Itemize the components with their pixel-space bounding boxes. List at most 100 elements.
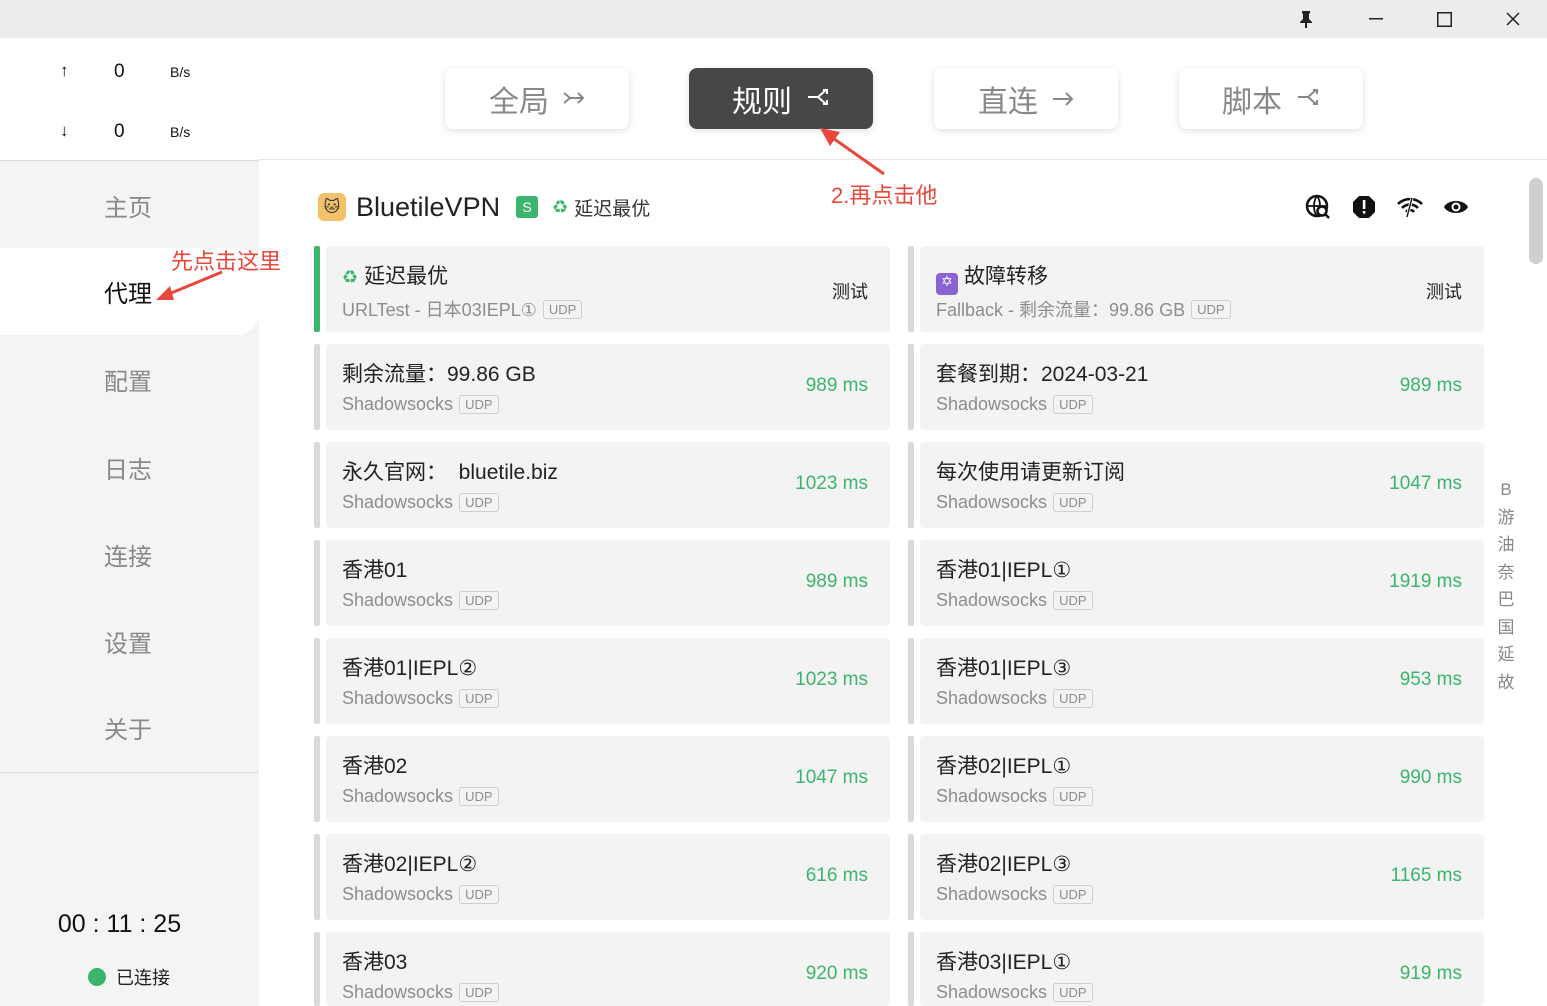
nav-item-about[interactable]: 关于 bbox=[0, 684, 259, 771]
mode-global-button[interactable]: 全局 bbox=[445, 68, 629, 129]
udp-badge: UDP bbox=[459, 395, 499, 414]
eye-icon[interactable] bbox=[1442, 193, 1470, 221]
proxy-card[interactable]: 每次使用请更新订阅 Shadowsocks UDP 1047 ms bbox=[920, 442, 1484, 528]
card-indicator bbox=[314, 442, 320, 528]
download-arrow-icon: ↓ bbox=[60, 121, 69, 140]
proxy-card[interactable]: 香港01|IEPL③ Shadowsocks UDP 953 ms bbox=[920, 638, 1484, 724]
download-unit: B/s bbox=[170, 124, 191, 140]
nav-label: 配置 bbox=[104, 369, 152, 396]
upload-value: 0 bbox=[114, 61, 125, 82]
index-item[interactable]: 故 bbox=[1493, 669, 1519, 697]
udp-badge: UDP bbox=[459, 885, 499, 904]
proxy-card-urltest[interactable]: ♻ 延迟最优 URLTest - 日本03IEPL① UDP 测试 bbox=[326, 246, 890, 332]
group-quick-index[interactable]: B 游 油 奈 巴 国 延 故 bbox=[1493, 476, 1519, 696]
nav-item-home[interactable]: 主页 bbox=[0, 162, 259, 249]
group-selected: 延迟最优 bbox=[574, 198, 651, 220]
nav-item-connections[interactable]: 连接 bbox=[0, 511, 259, 598]
proxy-card[interactable]: 香港01 Shadowsocks UDP 989 ms bbox=[326, 540, 890, 626]
card-indicator bbox=[908, 344, 914, 430]
proxy-name: 香港03|IEPL① bbox=[936, 951, 1072, 974]
merge-arrow-icon bbox=[563, 85, 585, 113]
scrollbar-thumb[interactable] bbox=[1529, 178, 1543, 264]
proxy-card[interactable]: 香港01|IEPL② Shadowsocks UDP 1023 ms bbox=[326, 638, 890, 724]
index-item[interactable]: 巴 bbox=[1493, 586, 1519, 614]
proxy-name-text: 故障转移 bbox=[964, 265, 1048, 288]
nav-label: 日志 bbox=[104, 457, 152, 484]
proxy-name: 香港01|IEPL③ bbox=[936, 657, 1072, 680]
proxy-delay: 1047 ms bbox=[795, 767, 868, 788]
mode-rule-button[interactable]: 规则 bbox=[689, 68, 873, 129]
udp-badge: UDP bbox=[1053, 787, 1093, 806]
maximize-icon[interactable] bbox=[1410, 0, 1478, 38]
proxy-card[interactable]: 香港02|IEPL① Shadowsocks UDP 990 ms bbox=[920, 736, 1484, 822]
proxy-card[interactable]: 香港02 Shadowsocks UDP 1047 ms bbox=[326, 736, 890, 822]
wifi-test-icon[interactable] bbox=[1396, 193, 1424, 221]
proxy-type: Shadowsocks UDP bbox=[342, 786, 499, 807]
proxy-card[interactable]: 香港01|IEPL① Shadowsocks UDP 1919 ms bbox=[920, 540, 1484, 626]
scrollbar[interactable] bbox=[1526, 170, 1542, 1006]
udp-badge: UDP bbox=[459, 493, 499, 512]
nav-item-config[interactable]: 配置 bbox=[0, 336, 259, 423]
proxy-group-header[interactable]: 🐱 BluetileVPN S ♻ 延迟最优 bbox=[318, 190, 650, 224]
card-indicator bbox=[314, 932, 320, 1006]
proxy-type: Shadowsocks UDP bbox=[342, 394, 499, 415]
index-item[interactable]: 延 bbox=[1493, 641, 1519, 669]
nav-label: 设置 bbox=[104, 631, 152, 658]
proxy-delay: 989 ms bbox=[805, 375, 868, 396]
proxy-type: Shadowsocks UDP bbox=[936, 394, 1093, 415]
proxy-card-fallback[interactable]: ✡ 故障转移 Fallback - 剩余流量：99.86 GB UDP 测试 bbox=[920, 246, 1484, 332]
proxy-card[interactable]: 香港03 Shadowsocks UDP 920 ms bbox=[326, 932, 890, 1006]
mode-script-button[interactable]: 脚本 bbox=[1179, 68, 1363, 129]
test-button[interactable]: 测试 bbox=[832, 278, 868, 304]
proxy-card[interactable]: 永久官网： bluetile.biz Shadowsocks UDP 1023 m… bbox=[326, 442, 890, 528]
proxy-delay: 1023 ms bbox=[795, 669, 868, 690]
recycle-icon: ♻ bbox=[552, 196, 569, 217]
connection-timer: 00 : 11 : 25 bbox=[57, 910, 182, 938]
nav-item-logs[interactable]: 日志 bbox=[0, 424, 259, 511]
card-indicator bbox=[314, 540, 320, 626]
index-item[interactable]: 国 bbox=[1493, 614, 1519, 642]
proxy-card[interactable]: 香港03|IEPL① Shadowsocks UDP 919 ms bbox=[920, 932, 1484, 1006]
index-item[interactable]: 油 bbox=[1493, 531, 1519, 559]
udp-badge: UDP bbox=[459, 787, 499, 806]
nav-label: 连接 bbox=[104, 544, 152, 571]
proxy-card[interactable]: 剩余流量：99.86 GB Shadowsocks UDP 989 ms bbox=[326, 344, 890, 430]
traffic-panel: ↑ 0 B/s ↓ 0 B/s bbox=[0, 38, 259, 160]
download-value: 0 bbox=[114, 121, 125, 142]
proxy-type-text: Shadowsocks bbox=[936, 394, 1048, 414]
proxy-card[interactable]: 香港02|IEPL② Shadowsocks UDP 616 ms bbox=[326, 834, 890, 920]
udp-badge: UDP bbox=[1053, 395, 1093, 414]
proxy-type: Shadowsocks UDP bbox=[342, 688, 499, 709]
minimize-icon[interactable] bbox=[1342, 0, 1410, 38]
proxy-name: 香港02 bbox=[342, 755, 408, 778]
proxy-name: 香港03 bbox=[342, 951, 408, 974]
proxy-type-text: Shadowsocks bbox=[342, 688, 454, 708]
index-item[interactable]: 游 bbox=[1493, 504, 1519, 532]
proxy-type: Shadowsocks UDP bbox=[342, 492, 499, 513]
mode-direct-button[interactable]: 直连 bbox=[934, 68, 1118, 129]
search-globe-icon[interactable] bbox=[1304, 193, 1332, 221]
proxy-type-text: Shadowsocks bbox=[936, 492, 1048, 512]
index-item[interactable]: 奈 bbox=[1493, 559, 1519, 587]
card-indicator bbox=[314, 344, 320, 430]
pin-icon[interactable] bbox=[1272, 0, 1340, 38]
proxy-type: Shadowsocks UDP bbox=[342, 590, 499, 611]
udp-badge: UDP bbox=[1053, 983, 1093, 1002]
index-item[interactable]: B bbox=[1493, 476, 1519, 504]
test-button[interactable]: 测试 bbox=[1426, 278, 1462, 304]
nav-item-settings[interactable]: 设置 bbox=[0, 598, 259, 685]
proxy-card[interactable]: 套餐到期：2024-03-21 Shadowsocks UDP 989 ms bbox=[920, 344, 1484, 430]
mode-label: 脚本 bbox=[1222, 85, 1282, 119]
udp-badge: UDP bbox=[542, 299, 583, 319]
proxy-type-text: Shadowsocks bbox=[936, 688, 1048, 708]
proxy-type: Shadowsocks UDP bbox=[936, 688, 1093, 709]
close-icon[interactable] bbox=[1479, 0, 1547, 38]
proxy-delay: 989 ms bbox=[1399, 375, 1462, 396]
proxy-card[interactable]: 香港02|IEPL③ Shadowsocks UDP 1165 ms bbox=[920, 834, 1484, 920]
annotation-second-step: 2.再点击他 bbox=[831, 183, 938, 208]
status-label: 已连接 bbox=[116, 968, 170, 988]
alert-icon[interactable] bbox=[1350, 193, 1378, 221]
proxy-delay: 1047 ms bbox=[1389, 473, 1462, 494]
nav-label: 代理 bbox=[104, 281, 152, 308]
card-indicator bbox=[908, 246, 914, 332]
